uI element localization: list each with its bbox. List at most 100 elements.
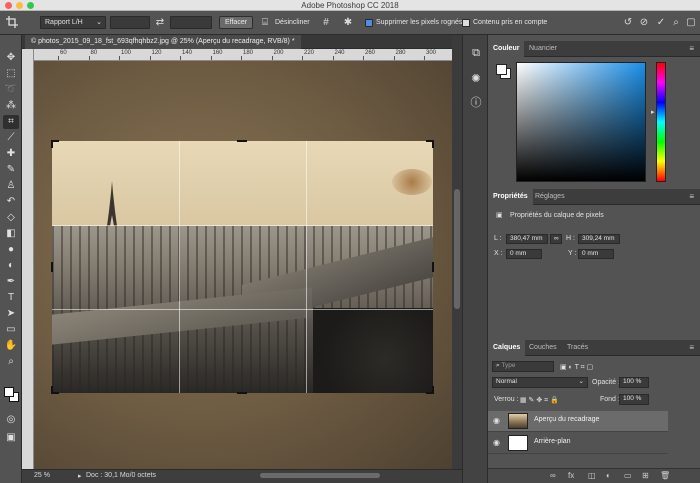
add-mask-icon[interactable]: ◫ [588, 471, 596, 480]
zoom-level[interactable]: 25 % [34, 472, 50, 479]
ruler-tick [424, 56, 425, 60]
screen-mode-icon[interactable]: ▣ [3, 431, 19, 445]
panel-menu-icon[interactable]: ≡ [689, 45, 694, 53]
eye-icon[interactable]: ◉ [493, 416, 500, 425]
crop-handle-left[interactable] [51, 262, 53, 272]
blur-icon[interactable]: ● [3, 243, 19, 257]
layer-row-background[interactable]: ◉ Arrière-plan [488, 433, 668, 454]
crop-handle-top-right[interactable] [426, 140, 434, 148]
color-picker-field[interactable] [516, 62, 646, 182]
ratio-width-input[interactable] [110, 16, 150, 29]
image-stain [392, 169, 432, 195]
clone-stamp-icon[interactable]: ♙ [3, 179, 19, 193]
workspace-icon[interactable]: ▢ [685, 16, 697, 29]
history-panel-icon[interactable]: ⧉ [468, 45, 484, 61]
ratio-select-value: Rapport L/H [45, 19, 83, 26]
gradient-icon[interactable]: ◧ [3, 227, 19, 241]
vertical-scrollbar[interactable] [452, 49, 462, 469]
crop-handle-bottom-left[interactable] [51, 386, 59, 394]
layer-filter-input[interactable]: ⌕ Type [492, 361, 554, 372]
tab-paths[interactable]: Tracés [562, 340, 593, 356]
horizontal-scrollbar[interactable] [260, 473, 380, 478]
healing-brush-icon[interactable]: ✚ [3, 147, 19, 161]
document-tab[interactable]: © photos_2015_09_18_fst_693qfhqhbz2.jpg … [25, 35, 301, 49]
search-icon[interactable]: ⌕ [670, 16, 682, 29]
move-icon[interactable]: ✥ [3, 51, 19, 65]
dodge-icon[interactable]: ◐ [3, 259, 19, 273]
tab-layers[interactable]: Calques [488, 340, 526, 356]
y-input[interactable]: 0 mm [578, 249, 614, 259]
magic-wand-icon[interactable]: ⁂ [3, 99, 19, 113]
eye-icon[interactable]: ◉ [493, 438, 500, 447]
color-foreground-swatch[interactable] [496, 64, 507, 75]
gear-icon[interactable]: ✱ [342, 16, 354, 29]
filter-kind-icons[interactable]: ▣ ◐ T ⌗ ▢ [560, 363, 593, 372]
type-icon[interactable]: T [3, 291, 19, 305]
layer-row-crop-preview[interactable]: ◉ Aperçu du recadrage [488, 411, 668, 432]
lasso-icon[interactable]: ➰ [3, 83, 19, 97]
marquee-icon[interactable]: ⬚ [3, 67, 19, 81]
brush-icon[interactable]: ✎ [3, 163, 19, 177]
crop-handle-top-left[interactable] [51, 140, 59, 148]
width-input[interactable]: 380,47 mm [506, 234, 548, 244]
eraser-icon[interactable]: ◇ [3, 211, 19, 225]
blend-mode-select[interactable]: Normal ⌄ [492, 377, 588, 388]
tab-adjustments[interactable]: Réglages [530, 189, 570, 205]
ratio-select[interactable]: Rapport L/H ⌄ [40, 16, 106, 29]
crop-handle-bottom[interactable] [237, 392, 247, 394]
tab-channels[interactable]: Couches [524, 340, 562, 356]
foreground-color-swatch[interactable] [4, 387, 14, 397]
straighten-button[interactable]: Désincliner [275, 16, 310, 29]
height-input[interactable]: 309,24 mm [578, 234, 620, 244]
crop-handle-top[interactable] [237, 140, 247, 142]
hand-icon[interactable]: ✋ [3, 339, 19, 353]
tab-properties[interactable]: Propriétés [488, 189, 533, 205]
eyedropper-icon[interactable]: ⟋ [3, 131, 19, 145]
path-selection-icon[interactable]: ➤ [3, 307, 19, 321]
zoom-icon[interactable]: ⌕ [3, 355, 19, 369]
commit-icon[interactable]: ✓ [655, 16, 667, 29]
link-icon[interactable]: ∞ [550, 234, 562, 244]
pen-icon[interactable]: ✒ [3, 275, 19, 289]
clear-button[interactable]: Effacer [219, 16, 254, 29]
panel-menu-icon[interactable]: ≡ [689, 344, 694, 352]
new-layer-icon[interactable]: ⊞ [642, 471, 649, 480]
canvas[interactable] [34, 61, 452, 469]
new-group-icon[interactable]: ▭ [624, 471, 632, 480]
tab-swatches[interactable]: Nuancier [524, 41, 562, 57]
quick-mask-icon[interactable]: ◎ [3, 413, 19, 427]
crop-handle-bottom-right[interactable] [426, 386, 434, 394]
ruler-tick [393, 56, 395, 60]
panel-menu-icon[interactable]: ≡ [689, 193, 694, 201]
fill-input[interactable]: 100 % [619, 394, 649, 405]
x-input[interactable]: 0 mm [506, 249, 542, 259]
brush-settings-icon[interactable]: ✺ [468, 71, 484, 87]
lock-icons[interactable]: ▦ ✎ ✥ ⌗ 🔒 [520, 396, 559, 405]
info-panel-icon[interactable]: ⓘ [468, 95, 484, 111]
opacity-input[interactable]: 100 % [619, 377, 649, 388]
swap-ratio-icon[interactable]: ⇄ [154, 16, 166, 29]
trash-icon[interactable]: 🗑 [660, 471, 670, 480]
ratio-height-input[interactable] [170, 16, 212, 29]
crop-preview-image[interactable] [52, 141, 433, 393]
reset-icon[interactable]: ↺ [622, 16, 634, 29]
delete-pixels-checkbox[interactable] [365, 19, 373, 27]
grid-overlay-icon[interactable]: # [320, 16, 332, 29]
history-brush-icon[interactable]: ↶ [3, 195, 19, 209]
link-layers-icon[interactable]: ∞ [550, 471, 556, 480]
crop-tool-preset-icon[interactable] [4, 16, 20, 29]
adjustment-layer-icon[interactable]: ◐ [606, 471, 611, 480]
cancel-icon[interactable]: ⊘ [638, 16, 650, 29]
panel-icon-strip: ⧉ ✺ ⓘ [462, 35, 488, 483]
scrollbar-thumb[interactable] [454, 189, 460, 309]
content-aware-checkbox[interactable] [462, 19, 470, 27]
rectangle-icon[interactable]: ▭ [3, 323, 19, 337]
tab-color[interactable]: Couleur [488, 41, 525, 57]
layer-style-icon[interactable]: fx [568, 471, 574, 480]
info-arrow-icon[interactable]: ▸ [78, 472, 82, 480]
straighten-icon[interactable]: ⌸ [259, 16, 271, 29]
hue-marker-icon[interactable]: ▸ [651, 108, 655, 116]
crop-handle-right[interactable] [432, 262, 434, 272]
hue-slider[interactable] [656, 62, 666, 182]
crop-icon[interactable]: ⌗ [3, 115, 19, 129]
